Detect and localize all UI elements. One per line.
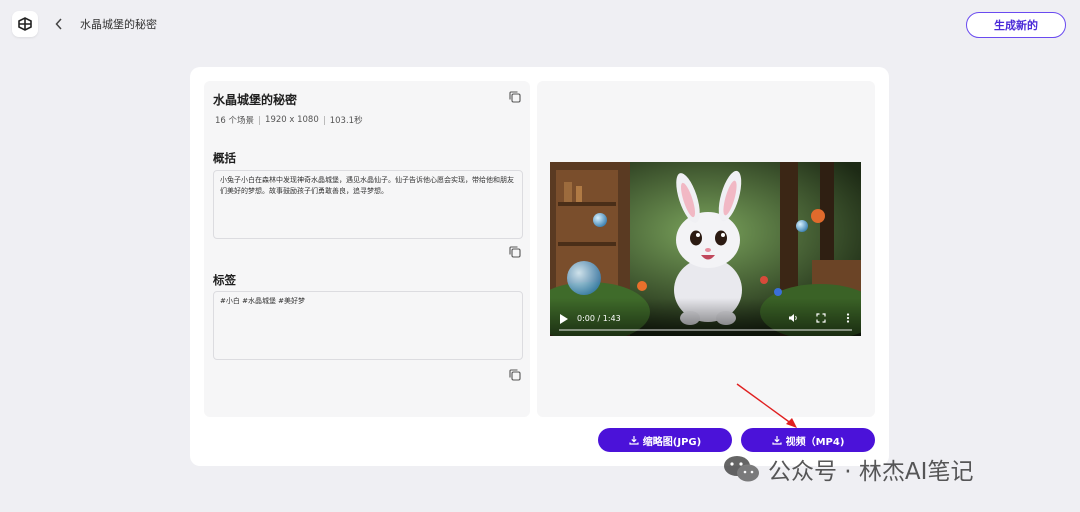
wechat-icon xyxy=(724,456,759,482)
page-title: 水晶城堡的秘密 xyxy=(80,18,157,31)
meta-divider xyxy=(323,115,325,125)
app-logo[interactable] xyxy=(12,11,38,37)
video-title: 水晶城堡的秘密 xyxy=(213,93,298,107)
summary-field[interactable]: 小兔子小白在森林中发现神奇水晶城堡，遇见水晶仙子。仙子告诉他心愿会实现，带给他和… xyxy=(213,170,523,239)
download-thumbnail-button[interactable]: 缩略图(JPG) xyxy=(598,428,732,452)
chevron-left-icon xyxy=(55,18,62,30)
volume-icon[interactable] xyxy=(788,313,798,323)
play-icon[interactable] xyxy=(559,313,569,325)
duration: 103.1秒 xyxy=(329,116,363,126)
tags-field[interactable]: #小白 #水晶城堡 #美好梦 xyxy=(213,291,523,360)
watermark-text: 公众号 · 林杰AI笔记 xyxy=(768,459,974,485)
preview-panel: 0:00 / 1:43 xyxy=(537,81,875,417)
more-options-icon[interactable] xyxy=(843,313,853,323)
progress-bar[interactable] xyxy=(559,329,852,331)
scene-count: 16 个场景 xyxy=(215,116,255,126)
download-icon xyxy=(771,436,782,445)
details-panel: 水晶城堡的秘密 16 个场景 1920 x 1080 103.1秒 概括 小兔子… xyxy=(204,81,530,417)
meta-divider xyxy=(259,115,261,125)
logo-icon xyxy=(18,17,32,31)
playback-time: 0:00 / 1:43 xyxy=(577,314,621,323)
copy-title-icon[interactable] xyxy=(508,90,522,104)
copy-tags-icon[interactable] xyxy=(508,368,522,382)
download-icon xyxy=(629,436,639,445)
resolution: 1920 x 1080 xyxy=(265,115,319,125)
video-player[interactable]: 0:00 / 1:43 xyxy=(550,162,861,336)
copy-summary-icon[interactable] xyxy=(508,245,522,259)
download-video-label: 视频（MP4) xyxy=(785,436,845,448)
download-thumbnail-label: 缩略图(JPG) xyxy=(642,436,702,448)
video-meta: 16 个场景 1920 x 1080 103.1秒 xyxy=(215,114,363,126)
video-controls: 0:00 / 1:43 xyxy=(550,298,861,336)
generate-new-button[interactable]: 生成新的 xyxy=(966,12,1066,38)
watermark: 公众号 · 林杰AI笔记 xyxy=(722,452,973,486)
tags-label: 标签 xyxy=(213,273,236,287)
fullscreen-icon[interactable] xyxy=(816,313,826,323)
result-card: 水晶城堡的秘密 16 个场景 1920 x 1080 103.1秒 概括 小兔子… xyxy=(190,67,889,466)
back-button[interactable] xyxy=(50,14,68,34)
download-video-button[interactable]: 视频（MP4) xyxy=(741,428,875,452)
summary-label: 概括 xyxy=(213,151,236,165)
